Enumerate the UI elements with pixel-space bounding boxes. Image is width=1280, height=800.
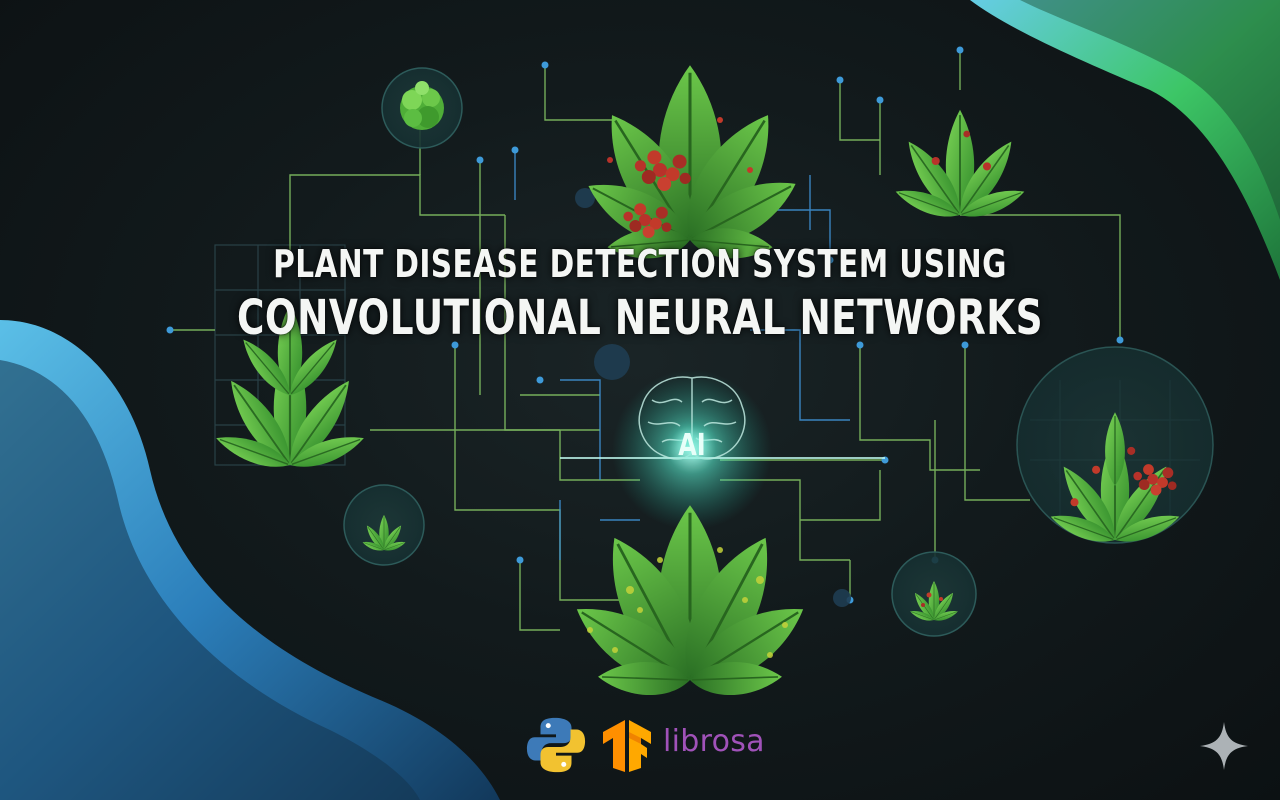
- ai-label: AI: [678, 428, 706, 463]
- sparkle-icon: [1200, 722, 1248, 770]
- background-illustration: [0, 0, 1280, 800]
- python-logo-icon: [526, 717, 586, 773]
- tech-logos: librosa: [525, 714, 775, 774]
- hero-banner: PLANT DISEASE DETECTION SYSTEM USING CON…: [0, 0, 1280, 800]
- tensorflow-logo-icon: [603, 720, 651, 772]
- title-line-1: PLANT DISEASE DETECTION SYSTEM USING: [273, 242, 1007, 286]
- title-line-2: CONVOLUTIONAL NEURAL NETWORKS: [237, 290, 1043, 346]
- librosa-logo-text: librosa: [663, 724, 765, 759]
